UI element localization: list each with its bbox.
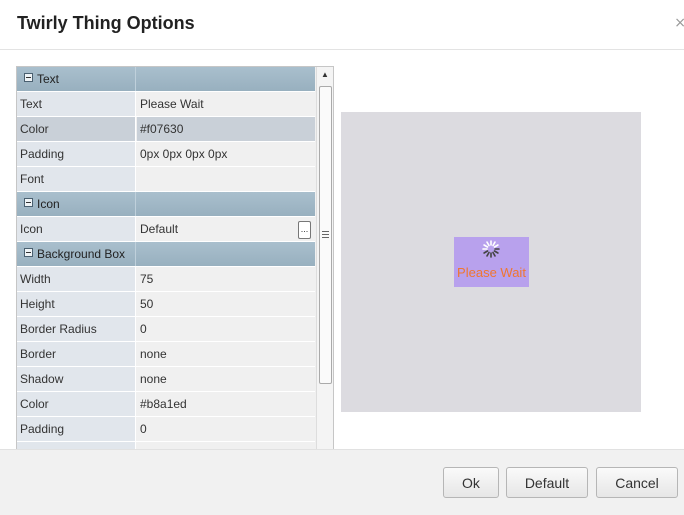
- preview-area: Please Wait: [341, 112, 641, 412]
- cancel-button[interactable]: Cancel: [596, 467, 678, 498]
- icon-browse-button[interactable]: ...: [298, 221, 311, 239]
- property-name: Height: [17, 292, 136, 316]
- property-value[interactable]: Please Wait: [137, 92, 315, 116]
- property-name: Width: [17, 267, 136, 291]
- ok-button[interactable]: Ok: [443, 467, 499, 498]
- grid-property-row[interactable]: Text Please Wait: [17, 92, 315, 117]
- dialog-title-bar: Twirly Thing Options ×: [0, 0, 684, 50]
- property-value[interactable]: #f07630: [137, 117, 315, 141]
- property-value[interactable]: Default: [137, 217, 315, 241]
- default-button[interactable]: Default: [506, 467, 588, 498]
- property-name: Padding: [17, 417, 136, 441]
- property-value[interactable]: 0: [137, 317, 315, 341]
- grid-property-row[interactable]: Icon Default...: [17, 217, 315, 242]
- grid-section-row[interactable]: Icon: [17, 192, 315, 217]
- grid-property-row[interactable]: Width 75: [17, 267, 315, 292]
- grid-property-row[interactable]: Border none: [17, 342, 315, 367]
- property-name: Border Radius: [17, 317, 136, 341]
- grid-property-row[interactable]: Padding 0: [17, 417, 315, 442]
- grid-property-row[interactable]: Padding 0px 0px 0px 0px: [17, 142, 315, 167]
- grid-property-row[interactable]: Color #f07630: [17, 117, 315, 142]
- grid-property-row[interactable]: Shadow none: [17, 367, 315, 392]
- property-name: Border: [17, 342, 136, 366]
- grid-scrollbar[interactable]: ▲: [316, 67, 333, 451]
- section-label: Icon: [17, 192, 136, 216]
- spinner-icon: [482, 240, 500, 258]
- close-icon[interactable]: ×: [674, 15, 684, 31]
- property-name: Text: [17, 92, 136, 116]
- property-name: Shadow: [17, 367, 136, 391]
- grid-section-row[interactable]: Background Box: [17, 242, 315, 267]
- section-label: Text: [17, 67, 136, 91]
- property-name: Color: [17, 117, 136, 141]
- grid-property-row[interactable]: Font: [17, 167, 315, 192]
- grid-property-row[interactable]: Height 50: [17, 292, 315, 317]
- scroll-thumb[interactable]: [319, 86, 332, 384]
- dialog-footer: Ok Default Cancel: [0, 449, 684, 515]
- property-name: Padding: [17, 142, 136, 166]
- property-value[interactable]: 75: [137, 267, 315, 291]
- preview-box: Please Wait: [454, 237, 529, 287]
- property-value: [137, 192, 315, 216]
- property-grid: Text Text Please Wait Color #f07630 Padding 0p…: [16, 66, 334, 452]
- property-name: Color: [17, 392, 136, 416]
- grip-icon: [322, 231, 329, 239]
- twirly-options-dialog: Twirly Thing Options × Text Text Please Wa…: [0, 0, 684, 515]
- scroll-up-arrow-icon[interactable]: ▲: [317, 67, 333, 83]
- property-grid-rows: Text Text Please Wait Color #f07630 Padding 0p…: [17, 67, 315, 451]
- section-label: Background Box: [17, 242, 136, 266]
- property-value[interactable]: [137, 167, 315, 191]
- property-value[interactable]: 50: [137, 292, 315, 316]
- dialog-title: Twirly Thing Options: [17, 13, 195, 33]
- grid-property-row[interactable]: Border Radius 0: [17, 317, 315, 342]
- property-value: [137, 67, 315, 91]
- property-name: Icon: [17, 217, 136, 241]
- property-value[interactable]: none: [137, 367, 315, 391]
- property-value: [137, 242, 315, 266]
- property-value[interactable]: #b8a1ed: [137, 392, 315, 416]
- grid-property-row[interactable]: Color #b8a1ed: [17, 392, 315, 417]
- property-value[interactable]: 0px 0px 0px 0px: [137, 142, 315, 166]
- grid-section-row[interactable]: Text: [17, 67, 315, 92]
- preview-text: Please Wait: [457, 265, 526, 280]
- property-value[interactable]: 0: [137, 417, 315, 441]
- property-value[interactable]: none: [137, 342, 315, 366]
- property-name: Font: [17, 167, 136, 191]
